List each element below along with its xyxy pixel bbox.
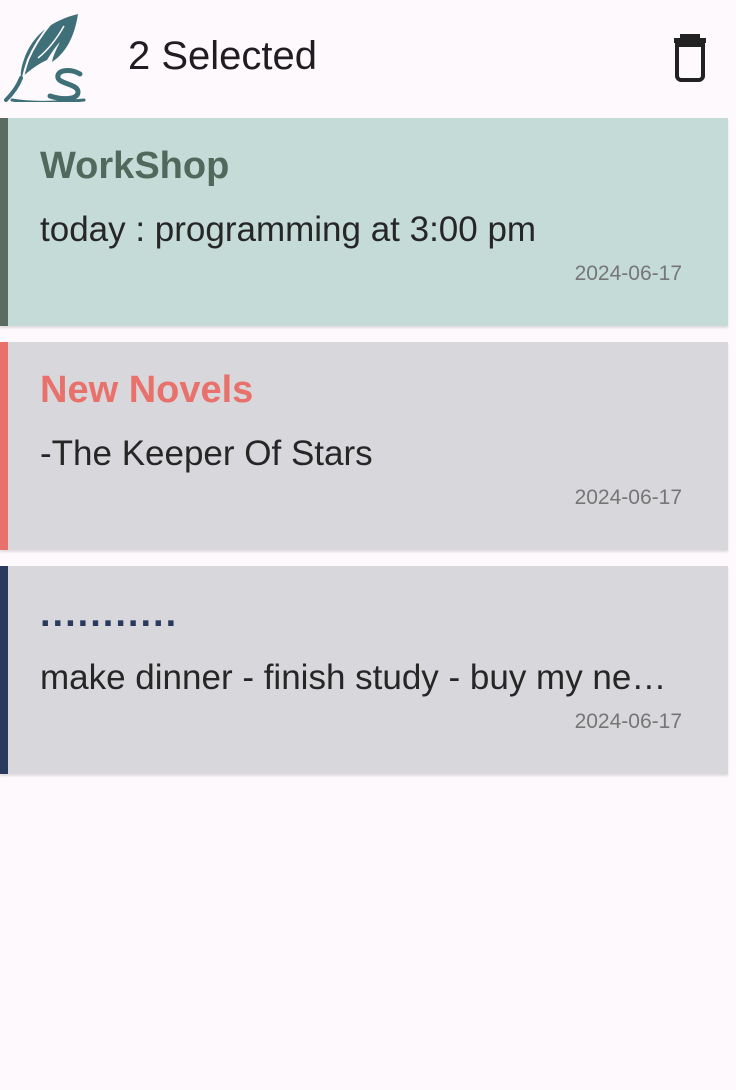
note-card[interactable]: WorkShop today : programming at 3:00 pm …: [0, 118, 728, 326]
note-card[interactable]: ........... make dinner - finish study -…: [0, 566, 728, 774]
note-date: 2024-06-17: [574, 710, 682, 733]
trash-icon: [674, 34, 706, 82]
note-title: WorkShop: [40, 145, 230, 187]
quill-logo-icon: [4, 14, 86, 102]
note-card[interactable]: New Novels -The Keeper Of Stars 2024-06-…: [0, 342, 728, 550]
note-body: -The Keeper Of Stars: [40, 434, 373, 473]
note-title: New Novels: [40, 369, 254, 411]
note-body: make dinner - finish study - buy my new …: [40, 658, 690, 697]
selection-count: 2 Selected: [128, 34, 318, 78]
app-bar: 2 Selected: [0, 0, 736, 110]
note-title: ...........: [40, 593, 179, 635]
delete-button[interactable]: [664, 28, 716, 84]
note-date: 2024-06-17: [574, 262, 682, 285]
notes-list: WorkShop today : programming at 3:00 pm …: [0, 118, 736, 790]
note-date: 2024-06-17: [574, 486, 682, 509]
note-body: today : programming at 3:00 pm: [40, 210, 537, 249]
